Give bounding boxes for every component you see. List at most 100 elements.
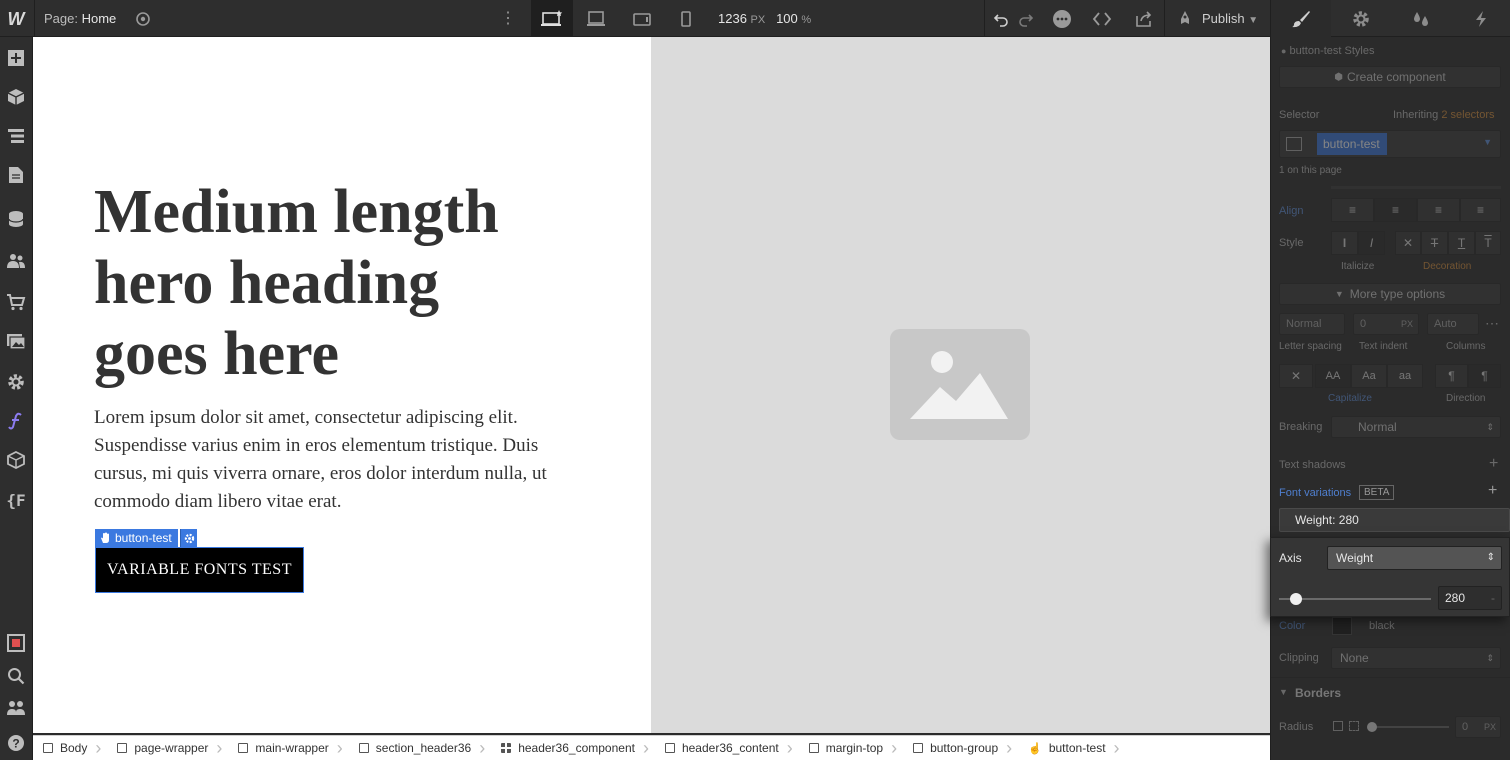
more-options-icon[interactable]: ⋮ bbox=[500, 9, 516, 29]
decoration-none-icon[interactable]: ✕ bbox=[1395, 231, 1421, 255]
hero-heading[interactable]: Medium length hero heading goes here bbox=[94, 177, 554, 390]
navigator-icon[interactable] bbox=[5, 125, 27, 147]
assets-icon[interactable] bbox=[5, 331, 27, 353]
comments-icon[interactable] bbox=[1048, 0, 1076, 37]
settings-gear-icon[interactable] bbox=[5, 371, 27, 393]
underline-icon[interactable]: T bbox=[1448, 231, 1475, 255]
radius-individual-icon[interactable] bbox=[1349, 721, 1359, 731]
breakpoint-desktop-icon[interactable] bbox=[531, 0, 573, 37]
strikethrough-icon[interactable]: T bbox=[1421, 231, 1448, 255]
weight-variation-row[interactable]: Weight: 280 bbox=[1279, 508, 1510, 532]
hero-paragraph[interactable]: Lorem ipsum dolor sit amet, consectetur … bbox=[94, 404, 574, 516]
export-icon[interactable] bbox=[1130, 0, 1158, 37]
italic-on-icon[interactable]: I bbox=[1358, 231, 1385, 255]
page-name: Home bbox=[81, 11, 117, 26]
more-icon[interactable]: ⋯ bbox=[1485, 315, 1499, 332]
axis-select[interactable]: Weight ⇕ bbox=[1327, 546, 1502, 570]
weight-number-input[interactable]: 280 - bbox=[1438, 586, 1502, 610]
record-icon[interactable] bbox=[5, 632, 27, 654]
styles-title: button-test Styles bbox=[1289, 45, 1375, 57]
add-text-shadow-icon[interactable]: + bbox=[1489, 455, 1498, 473]
borders-section-header[interactable]: ▼ Borders bbox=[1271, 677, 1510, 707]
columns-input[interactable]: Auto bbox=[1427, 313, 1479, 335]
breadcrumb-item[interactable]: main-wrapper › bbox=[228, 736, 348, 760]
help-icon[interactable]: ? bbox=[5, 732, 27, 754]
page-label: Page: bbox=[44, 11, 78, 26]
style-panel: ● button-test Styles ⬢ Create component … bbox=[1270, 0, 1510, 760]
add-elements-icon[interactable] bbox=[5, 47, 27, 69]
symbols-icon[interactable] bbox=[5, 86, 27, 108]
overline-icon[interactable]: T bbox=[1475, 231, 1501, 255]
selector-chip[interactable]: button-test bbox=[1317, 133, 1387, 155]
align-left-icon[interactable]: ≡ bbox=[1331, 198, 1374, 222]
color-swatch[interactable] bbox=[1332, 617, 1352, 635]
capitalize-icon[interactable]: Aa bbox=[1351, 364, 1387, 388]
color-swatch-row[interactable]: black bbox=[1332, 617, 1395, 635]
breadcrumb-item[interactable]: Body › bbox=[33, 736, 107, 760]
element-settings-tab-gear-icon[interactable] bbox=[1331, 0, 1391, 37]
search-icon[interactable] bbox=[5, 665, 27, 687]
align-label: Align bbox=[1279, 205, 1304, 217]
more-type-options-toggle[interactable]: ▼ More type options bbox=[1279, 283, 1501, 305]
users-icon[interactable] bbox=[5, 250, 27, 272]
add-font-variation-icon[interactable]: + bbox=[1488, 482, 1497, 500]
redo-icon[interactable] bbox=[1015, 0, 1037, 37]
clipping-select[interactable]: None ⇕ bbox=[1331, 647, 1501, 669]
weight-slider-thumb[interactable] bbox=[1289, 593, 1302, 605]
pages-icon[interactable] bbox=[5, 164, 27, 186]
style-manager-drops-icon[interactable] bbox=[1391, 0, 1451, 37]
italic-off-icon[interactable]: I bbox=[1331, 231, 1358, 255]
breadcrumb-item[interactable]: button-group › bbox=[903, 736, 1018, 760]
collaborators-icon[interactable] bbox=[5, 697, 27, 719]
case-none-icon[interactable]: ✕ bbox=[1279, 364, 1313, 388]
interactions-bolt-icon[interactable] bbox=[1451, 0, 1510, 37]
radius-uniform-icon[interactable] bbox=[1333, 721, 1343, 731]
cms-icon[interactable] bbox=[5, 208, 27, 230]
image-placeholder-icon[interactable] bbox=[890, 329, 1030, 440]
letter-spacing-input[interactable]: Normal bbox=[1279, 313, 1345, 335]
ecommerce-cart-icon[interactable] bbox=[5, 291, 27, 313]
align-justify-icon[interactable]: ≡ bbox=[1460, 198, 1501, 222]
chevron-right-icon: › bbox=[216, 737, 223, 758]
breadcrumb-item[interactable]: section_header36 › bbox=[349, 736, 491, 760]
breakpoint-laptop-icon[interactable] bbox=[575, 0, 617, 37]
box-icon bbox=[808, 743, 819, 753]
weight-slider-track[interactable] bbox=[1279, 598, 1431, 600]
breaking-select[interactable]: Normal ⇕ bbox=[1331, 416, 1501, 438]
inheriting-info[interactable]: Inheriting 2 selectors bbox=[1393, 109, 1495, 121]
breadcrumb-item[interactable]: header36_component › bbox=[491, 736, 655, 760]
breakpoint-mobile-icon[interactable] bbox=[665, 0, 707, 37]
element-settings-gear-icon[interactable] bbox=[180, 529, 197, 547]
variable-fonts-test-button[interactable]: VARIABLE FONTS TEST bbox=[95, 547, 304, 593]
webflow-logo[interactable]: W bbox=[5, 8, 27, 30]
canvas-size-readout[interactable]: 1236 PX 100 % bbox=[718, 0, 811, 37]
style-brush-icon[interactable] bbox=[1271, 0, 1331, 37]
lowercase-icon[interactable]: aa bbox=[1387, 364, 1423, 388]
page-selector[interactable]: Page: Home bbox=[34, 0, 116, 37]
selected-element-tag[interactable]: button-test bbox=[95, 529, 178, 547]
breadcrumb-item[interactable]: ☝ button-test › bbox=[1018, 736, 1125, 760]
align-center-icon[interactable]: ≡ bbox=[1374, 198, 1417, 222]
publish-button[interactable]: Publish ▼ bbox=[1172, 0, 1258, 37]
fonts-app-icon[interactable] bbox=[5, 410, 27, 432]
undo-icon[interactable] bbox=[990, 0, 1012, 37]
breadcrumb-item[interactable]: page-wrapper › bbox=[107, 736, 228, 760]
align-right-icon[interactable]: ≡ bbox=[1417, 198, 1460, 222]
variables-icon[interactable]: {F bbox=[5, 489, 27, 511]
apps-box-icon[interactable] bbox=[5, 449, 27, 471]
uppercase-icon[interactable]: AA bbox=[1315, 364, 1351, 388]
direction-rtl-icon[interactable]: ¶ bbox=[1468, 364, 1501, 388]
radius-input[interactable]: 0 PX bbox=[1455, 716, 1501, 738]
radius-slider-track[interactable] bbox=[1371, 726, 1449, 728]
preview-eye-icon[interactable] bbox=[135, 11, 151, 27]
breadcrumb-item[interactable]: margin-top › bbox=[799, 736, 903, 760]
text-indent-input[interactable]: 0 PX bbox=[1353, 313, 1419, 335]
radius-slider-thumb[interactable] bbox=[1367, 722, 1377, 732]
code-icon[interactable] bbox=[1088, 0, 1116, 37]
design-canvas[interactable]: Medium length hero heading goes here Lor… bbox=[33, 37, 1270, 733]
breakpoint-tablet-icon[interactable] bbox=[621, 0, 663, 37]
breadcrumb-item[interactable]: header36_content › bbox=[655, 736, 799, 760]
create-component-button[interactable]: ⬢ Create component bbox=[1279, 66, 1501, 88]
selector-field[interactable]: button-test ▼ bbox=[1279, 130, 1501, 158]
direction-ltr-icon[interactable]: ¶ bbox=[1435, 364, 1468, 388]
